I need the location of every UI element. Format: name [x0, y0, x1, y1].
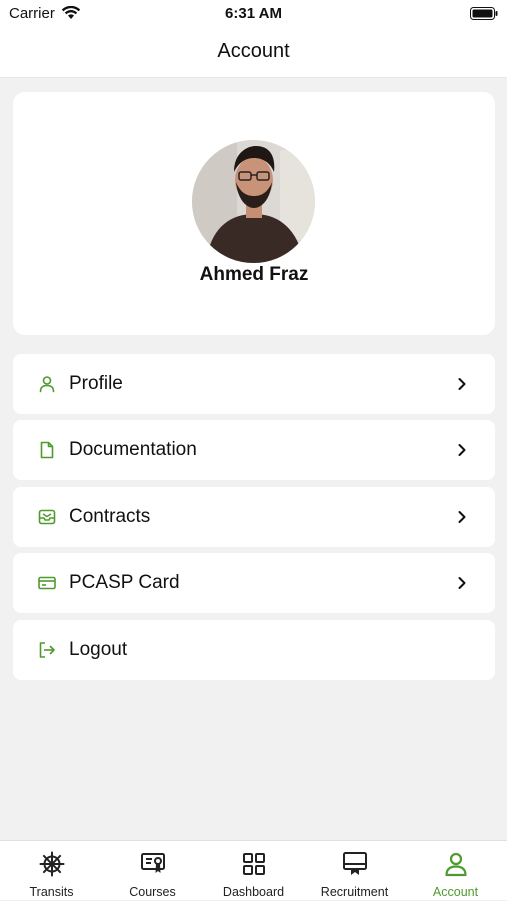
document-icon	[40, 441, 54, 459]
battery-icon	[470, 7, 498, 20]
tab-label: Transits	[29, 885, 74, 899]
ship-wheel-icon	[39, 851, 64, 877]
card-icon	[38, 576, 56, 590]
tab-transits[interactable]: Transits	[1, 841, 102, 901]
menu-item-logout[interactable]: Logout	[13, 620, 495, 680]
tab-bar: Transits Courses Dashboard Recruitment A…	[0, 840, 507, 900]
menu-item-pcasp-card[interactable]: PCASP Card	[13, 553, 495, 613]
chevron-right-icon	[458, 577, 466, 589]
menu-item-contracts[interactable]: Contracts	[13, 487, 495, 547]
logout-icon	[39, 642, 55, 658]
status-bar: Carrier 6:31 AM	[0, 0, 507, 28]
chevron-right-icon	[458, 444, 466, 456]
profile-card: Ahmed Fraz	[13, 92, 495, 335]
profile-name: Ahmed Fraz	[199, 264, 309, 285]
tab-label: Courses	[129, 885, 176, 899]
tab-label: Account	[432, 885, 479, 899]
grid-icon	[242, 853, 265, 875]
tab-label: Dashboard	[222, 885, 285, 899]
menu-item-profile[interactable]: Profile	[13, 354, 495, 414]
status-time: 6:31 AM	[225, 5, 282, 22]
tab-dashboard[interactable]: Dashboard	[203, 841, 304, 901]
tab-courses[interactable]: Courses	[102, 841, 203, 901]
avatar[interactable]	[192, 140, 315, 263]
person-icon	[39, 376, 55, 393]
menu-item-label: Profile	[69, 373, 123, 394]
chevron-right-icon	[458, 511, 466, 523]
tab-account[interactable]: Account	[405, 841, 506, 901]
presentation-icon	[342, 852, 367, 875]
certificate-icon	[140, 853, 165, 873]
menu-item-label: Contracts	[69, 506, 151, 527]
menu-item-documentation[interactable]: Documentation	[13, 420, 495, 480]
person-icon	[444, 852, 467, 877]
tab-label: Recruitment	[320, 885, 389, 899]
inbox-icon	[38, 509, 56, 525]
chevron-right-icon	[458, 378, 466, 390]
menu-item-label: Documentation	[69, 439, 197, 460]
page-title: Account	[217, 40, 290, 62]
navigation-bar: Account	[0, 28, 507, 78]
menu-item-label: PCASP Card	[69, 572, 180, 593]
tab-recruitment[interactable]: Recruitment	[304, 841, 405, 901]
menu-item-label: Logout	[69, 639, 128, 660]
